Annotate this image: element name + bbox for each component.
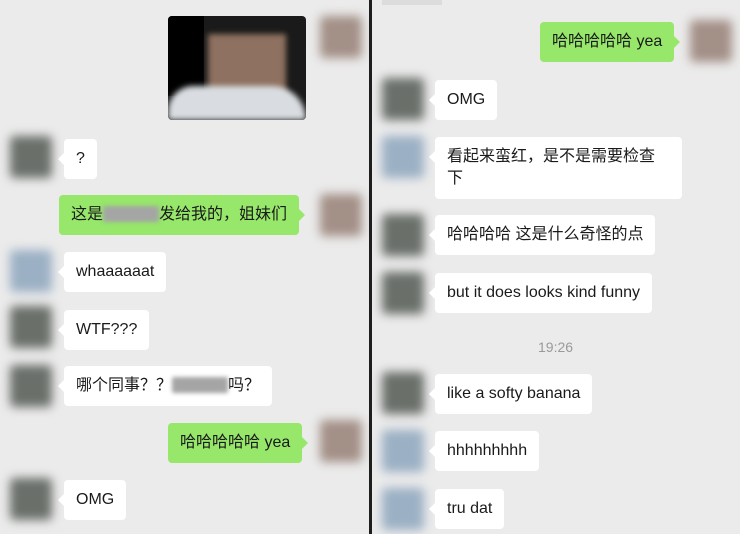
message-bubble-incoming[interactable]: ?: [58, 139, 97, 179]
contact-avatar[interactable]: [10, 136, 52, 178]
message-text: like a softy banana: [447, 385, 581, 402]
image-message[interactable]: [168, 16, 306, 120]
my-avatar[interactable]: [320, 16, 362, 58]
message-text: OMG: [76, 491, 115, 508]
message-bubble-outgoing[interactable]: 哈哈哈哈哈 yea: [540, 22, 681, 62]
message-text-end: 发给我的，姐妹们: [159, 206, 288, 223]
message-bubble-outgoing[interactable]: 哈哈哈哈哈 yea: [168, 423, 309, 463]
message-text-start: 这是: [71, 206, 104, 223]
message-bubble-incoming[interactable]: whaaaaaat: [57, 252, 167, 292]
contact-avatar[interactable]: [382, 372, 424, 414]
contact-avatar[interactable]: [382, 488, 424, 530]
message-text-end: 吗？: [228, 377, 261, 394]
message-bubble-incoming[interactable]: OMG: [57, 480, 127, 520]
my-avatar[interactable]: [690, 20, 732, 62]
message-text: 看起来蛮红，是不是需要检查下: [447, 148, 656, 187]
message-text: but it does looks kind funny: [447, 284, 641, 301]
message-text: 哈哈哈哈哈 yea: [180, 434, 291, 451]
contact-avatar[interactable]: [382, 136, 424, 178]
message-text: whaaaaaat: [76, 263, 155, 280]
message-bubble-incoming[interactable]: WTF???: [57, 310, 150, 350]
message-bubble-incoming[interactable]: like a softy banana: [428, 374, 593, 414]
contact-avatar[interactable]: [382, 272, 424, 314]
message-bubble-incoming[interactable]: 哈哈哈哈 这是什么奇怪的点: [428, 215, 656, 255]
message-bubble-incoming[interactable]: 哪个同事？？ 吗？: [57, 366, 273, 406]
contact-avatar[interactable]: [10, 306, 52, 348]
message-bubble-outgoing[interactable]: 这是 发给我的，姐妹们: [59, 195, 306, 235]
message-text: WTF???: [76, 321, 138, 338]
redacted-name: [103, 206, 160, 222]
left-chat-pane: ? 这是 发给我的，姐妹们 whaaaaaat WTF??? 哪个同事？？ 吗？ 哈…: [0, 0, 369, 534]
right-chat-pane: 哈哈哈哈哈 yea OMG 看起来蛮红，是不是需要检查下 哈哈哈哈 这是什么奇怪…: [372, 0, 740, 534]
message-text: OMG: [447, 91, 486, 108]
message-bubble-incoming[interactable]: tru dat: [428, 489, 505, 529]
contact-avatar[interactable]: [382, 78, 424, 120]
message-text-start: 哪个同事？？: [76, 377, 173, 394]
message-text: 哈哈哈哈哈 yea: [552, 33, 663, 50]
contact-avatar[interactable]: [10, 365, 52, 407]
message-text: hhhhhhhhh: [447, 442, 528, 459]
cut-off-message: [382, 0, 442, 5]
message-bubble-incoming[interactable]: hhhhhhhhh: [428, 431, 540, 471]
message-text: tru dat: [447, 500, 493, 517]
my-avatar[interactable]: [320, 194, 362, 236]
contact-avatar[interactable]: [10, 250, 52, 292]
redacted-name: [172, 377, 229, 393]
message-text: 哈哈哈哈 这是什么奇怪的点: [447, 226, 644, 243]
photo-dark-area: [168, 16, 204, 96]
contact-avatar[interactable]: [382, 214, 424, 256]
contact-avatar[interactable]: [382, 430, 424, 472]
message-bubble-incoming[interactable]: OMG: [428, 80, 498, 120]
photo-blanket: [168, 86, 306, 120]
my-avatar[interactable]: [320, 420, 362, 462]
message-bubble-incoming[interactable]: but it does looks kind funny: [428, 273, 653, 313]
message-text: ?: [76, 150, 85, 167]
contact-avatar[interactable]: [10, 478, 52, 520]
message-bubble-incoming[interactable]: 看起来蛮红，是不是需要检查下: [429, 137, 682, 199]
chat-timestamp: 19:26: [538, 339, 574, 355]
